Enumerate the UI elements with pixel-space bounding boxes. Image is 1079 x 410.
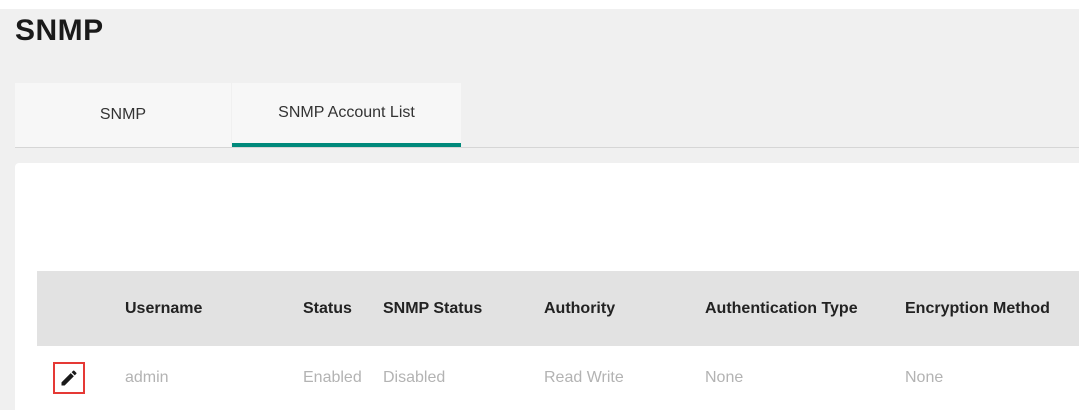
tab-snmp[interactable]: SNMP	[15, 83, 231, 147]
account-list-card: Username Status SNMP Status Authority Au…	[15, 163, 1079, 410]
cell-authority: Read Write	[544, 369, 624, 386]
table-header: Username Status SNMP Status Authority Au…	[37, 271, 1079, 346]
column-header-status[interactable]: Status	[303, 271, 352, 346]
cell-username: admin	[125, 369, 169, 386]
column-header-authentication-type[interactable]: Authentication Type	[705, 271, 858, 346]
column-header-encryption-method[interactable]: Encryption Method	[905, 271, 1050, 346]
cell-status: Enabled	[303, 369, 362, 386]
page-title: SNMP	[15, 14, 104, 47]
pencil-icon	[61, 370, 77, 386]
column-header-authority[interactable]: Authority	[544, 271, 615, 346]
cell-authentication-type: None	[705, 369, 744, 386]
top-strip	[0, 0, 1079, 9]
tab-snmp-account-list[interactable]: SNMP Account List	[232, 83, 461, 147]
column-header-snmp-status[interactable]: SNMP Status	[383, 271, 482, 346]
edit-button[interactable]	[53, 362, 85, 394]
tab-bar: SNMP SNMP Account List	[15, 83, 1079, 148]
column-header-username[interactable]: Username	[125, 271, 202, 346]
cell-snmp-status: Disabled	[383, 369, 446, 386]
cell-encryption-method: None	[905, 369, 944, 386]
table-row: admin Enabled Disabled Read Write None N…	[37, 346, 1079, 410]
